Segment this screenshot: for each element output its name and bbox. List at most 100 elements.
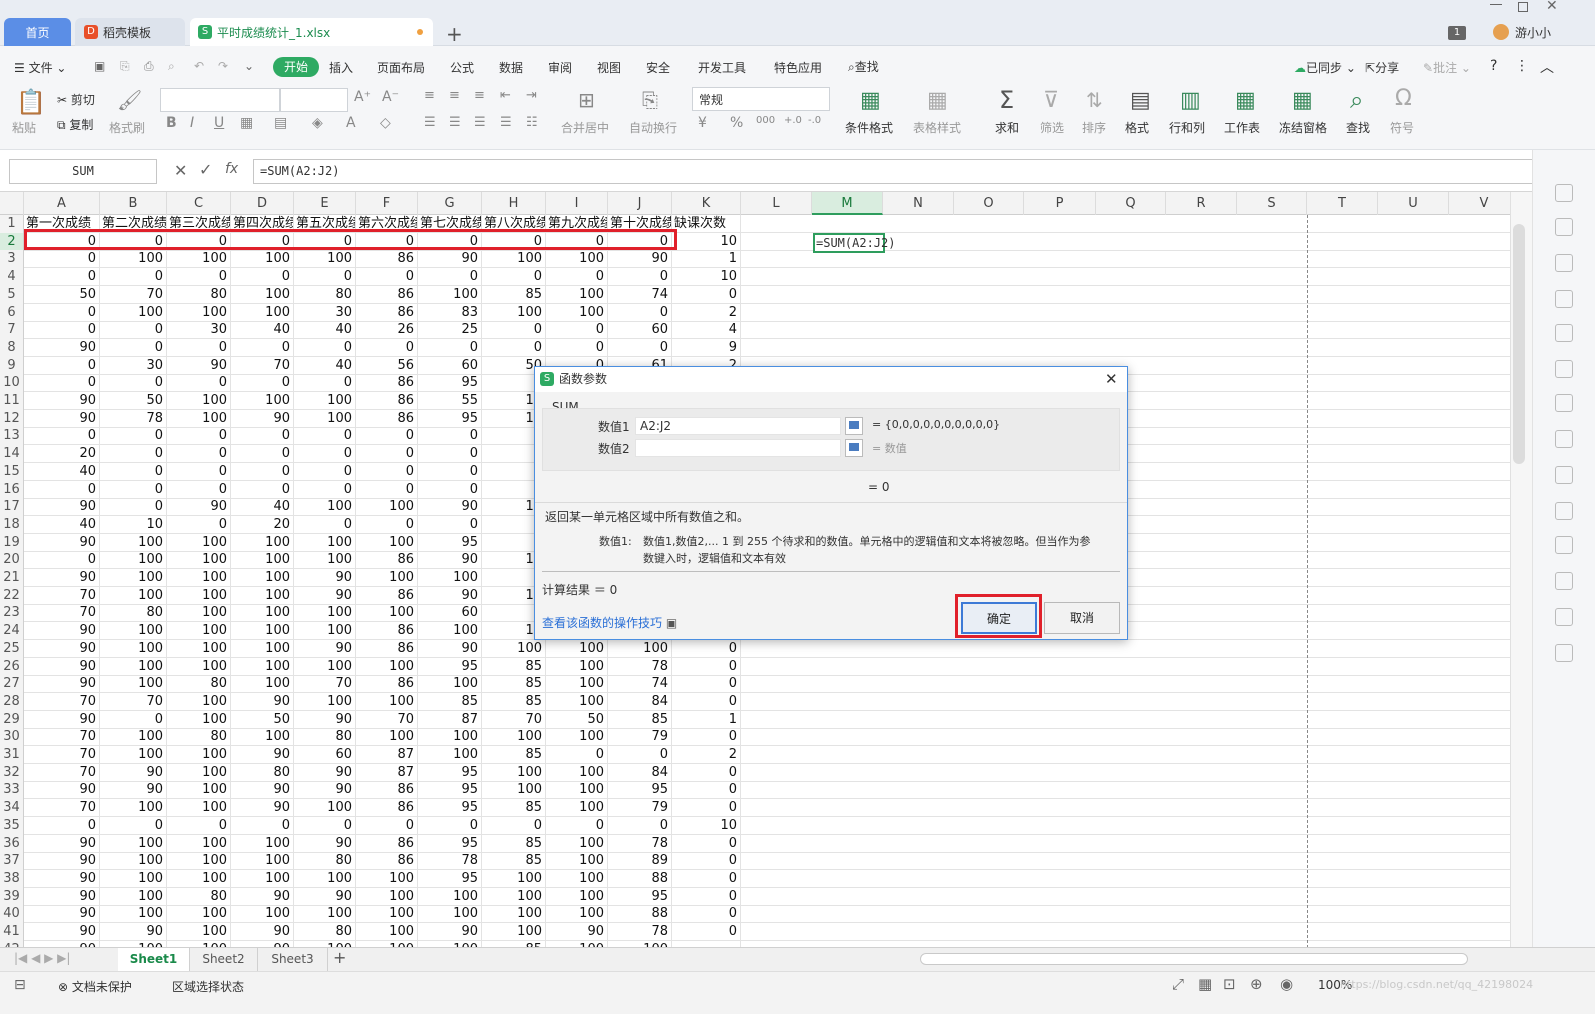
- cell[interactable]: 100: [167, 604, 231, 623]
- sort-label[interactable]: 排序: [1082, 119, 1106, 136]
- cell[interactable]: 0: [231, 427, 294, 446]
- formula-input[interactable]: =SUM(A2:J2): [253, 159, 1547, 184]
- cell[interactable]: 0: [672, 285, 741, 304]
- cell[interactable]: 90: [24, 569, 100, 587]
- row-header[interactable]: 1: [0, 215, 24, 233]
- row-header[interactable]: 9: [0, 356, 24, 375]
- cell[interactable]: 86: [356, 799, 418, 818]
- cell[interactable]: 90: [294, 710, 356, 729]
- cell[interactable]: 79: [608, 799, 672, 818]
- cell[interactable]: 0: [482, 268, 546, 287]
- cell[interactable]: 100: [294, 409, 356, 428]
- cell[interactable]: 100: [167, 763, 231, 782]
- find-icon[interactable]: ⌕: [1350, 86, 1363, 114]
- cell[interactable]: 10: [100, 515, 167, 534]
- sheet-label[interactable]: 工作表: [1224, 119, 1260, 136]
- column-header-t[interactable]: T: [1307, 192, 1378, 215]
- wrap-icon[interactable]: ⎘: [642, 88, 658, 112]
- row-header[interactable]: 2: [0, 232, 24, 251]
- cell[interactable]: 89: [608, 852, 672, 871]
- arg2-ref-button[interactable]: [845, 439, 863, 457]
- cell[interactable]: 0: [294, 445, 356, 464]
- cell[interactable]: 80: [167, 887, 231, 906]
- cell[interactable]: 40: [231, 498, 294, 517]
- row-header[interactable]: 23: [0, 604, 24, 623]
- bold-icon[interactable]: B: [166, 115, 177, 131]
- cell[interactable]: 100: [167, 622, 231, 641]
- italic-icon[interactable]: I: [190, 115, 194, 131]
- cell[interactable]: 90: [294, 569, 356, 587]
- cell[interactable]: 90: [24, 338, 100, 357]
- cell[interactable]: 0: [100, 427, 167, 446]
- cell[interactable]: 100: [356, 869, 418, 888]
- cell[interactable]: 0: [24, 551, 100, 570]
- cell[interactable]: 100: [231, 250, 294, 269]
- cell[interactable]: 86: [356, 285, 418, 304]
- cell[interactable]: 100: [418, 675, 482, 694]
- align-top-icon[interactable]: ≡: [424, 88, 435, 103]
- cell[interactable]: 0: [672, 781, 741, 800]
- cell[interactable]: 85: [482, 834, 546, 853]
- select-all-corner[interactable]: [0, 192, 24, 215]
- cell[interactable]: 0: [100, 374, 167, 393]
- cell[interactable]: 90: [231, 692, 294, 711]
- cell[interactable]: 100: [418, 285, 482, 304]
- cell[interactable]: 0: [672, 887, 741, 906]
- cell[interactable]: 100: [546, 869, 608, 888]
- cell[interactable]: 86: [356, 250, 418, 269]
- cell[interactable]: 86: [356, 586, 418, 605]
- sort-icon[interactable]: ⇅: [1086, 88, 1103, 112]
- cell[interactable]: 100: [356, 657, 418, 676]
- row-header[interactable]: 16: [0, 480, 24, 499]
- cell[interactable]: 100: [546, 657, 608, 676]
- cell[interactable]: 70: [100, 285, 167, 304]
- cell[interactable]: 0: [418, 338, 482, 357]
- cell[interactable]: 84: [608, 692, 672, 711]
- cell[interactable]: 90: [24, 675, 100, 694]
- annotate-button[interactable]: ✎批注 ⌄: [1423, 59, 1471, 76]
- chart-icon[interactable]: [1555, 360, 1573, 378]
- row-header[interactable]: 34: [0, 799, 24, 818]
- cell[interactable]: 74: [608, 285, 672, 304]
- row-header[interactable]: 22: [0, 586, 24, 605]
- cond-format-label[interactable]: 条件格式: [845, 119, 893, 136]
- cell[interactable]: 79: [608, 728, 672, 747]
- column-header-u[interactable]: U: [1378, 192, 1449, 215]
- cell[interactable]: 0: [100, 816, 167, 835]
- cell[interactable]: 100: [546, 692, 608, 711]
- cell[interactable]: 80: [294, 852, 356, 871]
- cell[interactable]: 90: [24, 657, 100, 676]
- number-format-select[interactable]: 常规: [692, 87, 830, 111]
- cell[interactable]: 100: [167, 551, 231, 570]
- add-sheet-icon[interactable]: +: [333, 948, 346, 967]
- cell[interactable]: 0: [546, 321, 608, 340]
- cell[interactable]: 100: [167, 799, 231, 818]
- cell[interactable]: 100: [231, 604, 294, 623]
- format-painter-icon[interactable]: 🖌: [117, 88, 142, 112]
- cell[interactable]: 0: [24, 250, 100, 269]
- preview-icon[interactable]: ⌕: [168, 59, 175, 74]
- row-header[interactable]: 41: [0, 923, 24, 941]
- cell[interactable]: 100: [546, 250, 608, 269]
- more-dropdown-icon[interactable]: ⌄: [244, 59, 254, 73]
- align-middle-icon[interactable]: ≡: [449, 88, 460, 103]
- cell[interactable]: 50: [231, 710, 294, 729]
- print-icon[interactable]: ⎙: [144, 59, 154, 74]
- cell[interactable]: 100: [294, 392, 356, 410]
- row-header[interactable]: 20: [0, 551, 24, 570]
- cell[interactable]: 0: [100, 498, 167, 517]
- cell[interactable]: 0: [231, 338, 294, 357]
- cell[interactable]: 缺课次数: [672, 215, 741, 233]
- cell[interactable]: 0: [167, 515, 231, 534]
- cell[interactable]: 95: [418, 781, 482, 800]
- protect-status[interactable]: ⊗ 文档未保护: [58, 978, 132, 995]
- cell[interactable]: 90: [418, 551, 482, 570]
- column-header-a[interactable]: A: [24, 192, 100, 215]
- cell[interactable]: 90: [100, 763, 167, 782]
- cell[interactable]: 80: [294, 285, 356, 304]
- cell[interactable]: 100: [608, 639, 672, 658]
- cell[interactable]: 100: [167, 692, 231, 711]
- cell[interactable]: 100: [546, 285, 608, 304]
- cell[interactable]: 80: [294, 923, 356, 941]
- arg1-ref-button[interactable]: [845, 417, 863, 435]
